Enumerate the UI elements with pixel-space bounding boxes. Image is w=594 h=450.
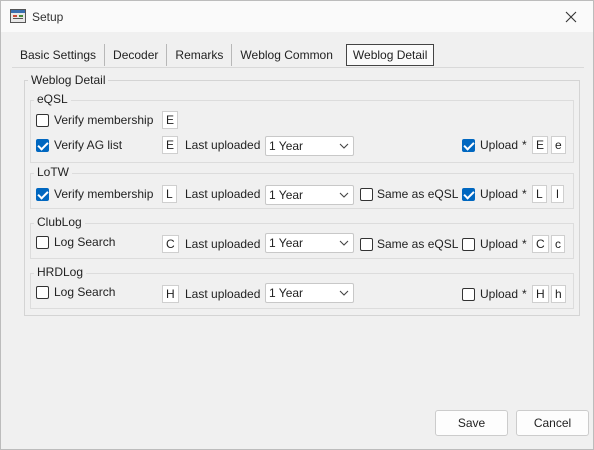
app-window-icon xyxy=(10,9,26,23)
lotw-last-uploaded-value: 1 Year xyxy=(269,188,304,202)
clublog-same-as-eqsl-label: Same as eQSL xyxy=(377,237,459,251)
eqsl-upload-key-lower: e xyxy=(551,136,566,154)
hrdlog-upload-key-upper: H xyxy=(532,285,549,303)
clublog-upload-checkbox[interactable] xyxy=(462,238,475,251)
tab-basic-settings[interactable]: Basic Settings xyxy=(12,44,106,66)
eqsl-verify-membership-label: Verify membership xyxy=(54,113,154,127)
eqsl-last-uploaded-label: Last uploaded xyxy=(185,138,261,152)
eqsl-upload-star: * xyxy=(522,138,527,152)
tab-weblog-common[interactable]: Weblog Common xyxy=(232,44,340,66)
tab-decoder[interactable]: Decoder xyxy=(105,44,168,66)
lotw-verify-membership-key: L xyxy=(162,185,177,203)
cancel-button[interactable]: Cancel xyxy=(516,410,589,436)
weblog-detail-group-title: Weblog Detail xyxy=(28,73,109,87)
eqsl-upload-checkbox[interactable] xyxy=(462,139,475,152)
tab-weblog-detail[interactable]: Weblog Detail xyxy=(345,44,435,66)
hrdlog-log-search-key: H xyxy=(162,285,179,303)
eqsl-verify-ag-key: E xyxy=(162,136,179,154)
eqsl-group-title: eQSL xyxy=(34,92,71,106)
tab-divider xyxy=(12,67,584,68)
clublog-last-uploaded-value: 1 Year xyxy=(269,236,304,250)
eqsl-verify-membership-checkbox[interactable] xyxy=(36,114,49,127)
close-icon xyxy=(565,11,577,22)
hrdlog-upload-checkbox[interactable] xyxy=(462,288,475,301)
clublog-upload-label: Upload xyxy=(480,237,519,251)
clublog-upload-star: * xyxy=(522,237,527,251)
window-title: Setup xyxy=(32,10,64,24)
hrdlog-group-title: HRDLog xyxy=(34,265,87,279)
hrdlog-last-uploaded-value: 1 Year xyxy=(269,286,304,300)
clublog-upload-key-lower: c xyxy=(551,235,565,253)
lotw-verify-membership-checkbox[interactable] xyxy=(36,188,49,201)
clublog-last-uploaded-label: Last uploaded xyxy=(185,237,261,251)
eqsl-verify-ag-checkbox[interactable] xyxy=(36,139,49,152)
hrdlog-upload-key-lower: h xyxy=(551,285,566,303)
clublog-upload-key-upper: C xyxy=(532,235,549,253)
hrdlog-last-uploaded-label: Last uploaded xyxy=(185,287,261,301)
clublog-log-search-checkbox[interactable] xyxy=(36,236,49,249)
chevron-down-icon xyxy=(339,143,349,149)
clublog-log-search-key: C xyxy=(162,235,179,253)
hrdlog-upload-label: Upload xyxy=(480,287,519,301)
lotw-same-as-eqsl-label: Same as eQSL xyxy=(377,187,459,201)
lotw-same-as-eqsl-checkbox[interactable] xyxy=(360,188,373,201)
eqsl-verify-ag-label: Verify AG list xyxy=(54,138,123,152)
lotw-upload-key-lower: l xyxy=(551,185,564,203)
clublog-same-as-eqsl-checkbox[interactable] xyxy=(360,238,373,251)
clublog-group-title: ClubLog xyxy=(34,215,85,229)
close-button[interactable] xyxy=(549,1,593,32)
hrdlog-log-search-label: Log Search xyxy=(54,285,116,299)
eqsl-last-uploaded-value: 1 Year xyxy=(269,139,304,153)
setup-window: Setup Basic Settings Decoder Remarks Web… xyxy=(0,0,594,450)
lotw-group-title: LoTW xyxy=(34,165,73,179)
eqsl-upload-key-upper: E xyxy=(532,136,549,154)
tab-strip: Basic Settings Decoder Remarks Weblog Co… xyxy=(12,43,435,67)
title-bar: Setup xyxy=(1,1,593,32)
eqsl-verify-membership-key: E xyxy=(162,111,179,129)
lotw-upload-checkbox[interactable] xyxy=(462,188,475,201)
hrdlog-log-search-checkbox[interactable] xyxy=(36,286,49,299)
chevron-down-icon xyxy=(339,240,349,246)
chevron-down-icon xyxy=(339,192,349,198)
lotw-upload-label: Upload xyxy=(480,187,519,201)
lotw-last-uploaded-select[interactable]: 1 Year xyxy=(265,185,354,205)
lotw-upload-star: * xyxy=(522,187,527,201)
eqsl-last-uploaded-select[interactable]: 1 Year xyxy=(265,136,354,156)
clublog-last-uploaded-select[interactable]: 1 Year xyxy=(265,233,354,253)
tab-remarks[interactable]: Remarks xyxy=(167,44,233,66)
lotw-last-uploaded-label: Last uploaded xyxy=(185,187,261,201)
chevron-down-icon xyxy=(339,290,349,296)
eqsl-upload-label: Upload xyxy=(480,138,519,152)
lotw-upload-key-upper: L xyxy=(532,185,547,203)
hrdlog-last-uploaded-select[interactable]: 1 Year xyxy=(265,283,354,303)
hrdlog-upload-star: * xyxy=(522,287,527,301)
save-button[interactable]: Save xyxy=(435,410,508,436)
lotw-verify-membership-label: Verify membership xyxy=(54,187,154,201)
clublog-log-search-label: Log Search xyxy=(54,235,116,249)
